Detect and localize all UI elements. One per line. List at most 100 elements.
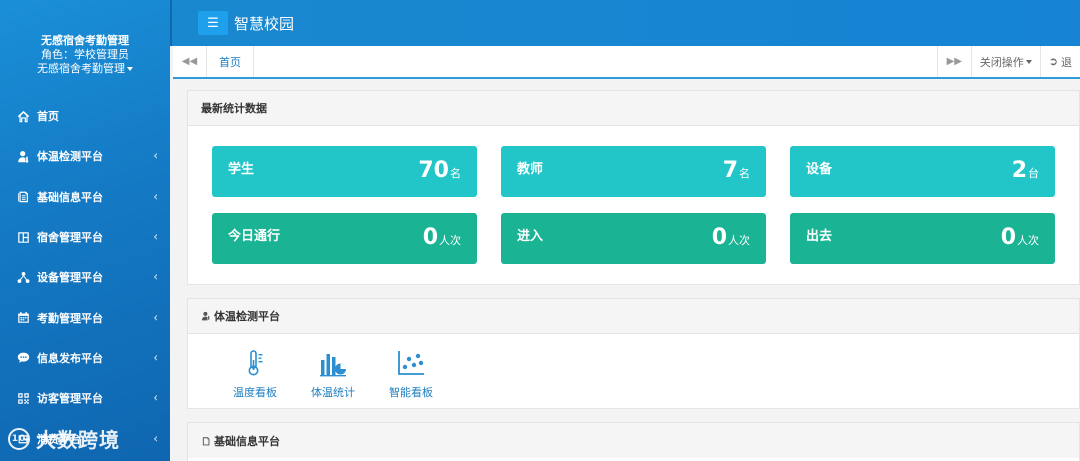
sidebar-item-home[interactable]: 首页 <box>0 96 170 136</box>
chevron-left-icon: ‹ <box>153 390 158 405</box>
sidebar-item-dorm[interactable]: 宿舍管理平台 ‹ <box>0 217 170 257</box>
temperature-panel-header: 体温检测平台 <box>188 299 1079 334</box>
profile-dept-label: 无感宿舍考勤管理 <box>37 62 125 75</box>
document-icon <box>202 436 210 445</box>
stat-number: 2 <box>1011 158 1027 183</box>
close-operations-dropdown[interactable]: 关闭操作 <box>970 46 1040 77</box>
stat-value: 7名 <box>723 160 750 185</box>
thermometer-icon <box>248 350 263 376</box>
chevron-left-icon: ‹ <box>153 350 158 365</box>
watermark-logo: 10 <box>8 427 30 450</box>
logout-button[interactable]: ➲ 退 <box>1039 46 1080 77</box>
tool-label: 温度看板 <box>233 386 277 399</box>
tab-home[interactable]: 首页 <box>207 46 254 77</box>
watermark: 10 大数跨境 <box>8 424 120 453</box>
sidebar-item-temperature[interactable]: 体温检测平台 ‹ <box>0 136 170 176</box>
double-left-icon: ◀◀ <box>181 56 198 67</box>
tabs-prev-button[interactable]: ◀◀ <box>173 46 207 77</box>
menu-toggle-button[interactable]: ☰ <box>198 11 228 35</box>
stat-label: 今日通行 <box>228 229 281 244</box>
basic-info-panel: 基础信息平台 <box>187 422 1080 461</box>
stat-unit: 名 <box>450 167 461 180</box>
chevron-left-icon: ‹ <box>153 309 158 324</box>
sidebar-item-label: 信息发布平台 <box>37 351 103 365</box>
tabs-spacer <box>254 46 937 77</box>
sidebar-item-publish[interactable]: 信息发布平台 ‹ <box>0 338 170 378</box>
sidebar-nav: 首页 体温检测平台 ‹ 基础信息平台 ‹ 宿舍管理平台 ‹ 设备管理平台 ‹ 考… <box>0 96 170 459</box>
stat-label: 学生 <box>228 162 255 177</box>
sidebar-item-label: 访客管理平台 <box>37 392 103 406</box>
app-title: 智慧校园 <box>234 14 295 33</box>
sidebar-item-device[interactable]: 设备管理平台 ‹ <box>0 257 170 297</box>
tabs-bar: ◀◀ 首页 ▶▶ 关闭操作 ➲ 退 <box>173 46 1080 79</box>
temperature-panel-title: 体温检测平台 <box>214 310 280 323</box>
main-content: 最新统计数据 学生 70名 教师 7名 设备 2台 今日通行 0人次 进入 0人… <box>187 90 1080 461</box>
sidebar-item-label: 基础信息平台 <box>37 190 103 204</box>
stat-number: 70 <box>418 158 449 183</box>
chevron-left-icon: ‹ <box>153 189 158 204</box>
double-right-icon: ▶▶ <box>946 56 962 67</box>
stat-card-enter[interactable]: 进入 0人次 <box>501 213 766 264</box>
chat-icon <box>16 351 30 365</box>
temperature-panel: 体温检测平台 温度看板 体温统计 智能看板 <box>187 298 1080 409</box>
stat-card-exit[interactable]: 出去 0人次 <box>790 213 1055 264</box>
stat-unit: 人次 <box>728 234 750 247</box>
calendar-icon <box>16 311 30 325</box>
sidebar-item-label: 设备管理平台 <box>37 271 103 285</box>
stat-card-today-passage[interactable]: 今日通行 0人次 <box>212 213 477 264</box>
profile-role: 角色：学校管理员 <box>41 48 129 61</box>
stat-value: 2台 <box>1012 160 1039 185</box>
caret-down-icon <box>1025 59 1032 64</box>
stats-panel: 最新统计数据 学生 70名 教师 7名 设备 2台 今日通行 0人次 进入 0人… <box>187 90 1080 285</box>
bar-chart-icon <box>320 354 346 377</box>
stat-value: 0人次 <box>1001 227 1039 252</box>
stats-panel-title: 最新统计数据 <box>188 91 1079 126</box>
stat-unit: 台 <box>1028 167 1039 180</box>
stat-number: 7 <box>722 158 738 183</box>
stat-card-students[interactable]: 学生 70名 <box>212 146 477 197</box>
basic-info-panel-title: 基础信息平台 <box>214 434 280 448</box>
stat-label: 进入 <box>517 229 544 244</box>
basic-info-panel-header: 基础信息平台 <box>188 423 1079 458</box>
close-operations-label: 关闭操作 <box>979 55 1024 69</box>
stats-grid: 学生 70名 教师 7名 设备 2台 今日通行 0人次 进入 0人次 出去 0人… <box>212 146 1055 264</box>
stat-label: 设备 <box>806 162 833 177</box>
stat-number: 0 <box>711 225 727 250</box>
chevron-left-icon: ‹ <box>153 229 158 244</box>
sidebar-item-visitor[interactable]: 访客管理平台 ‹ <box>0 378 170 418</box>
temperature-tools: 温度看板 体温统计 智能看板 <box>188 334 1079 400</box>
stat-number: 0 <box>1000 225 1016 250</box>
stat-label: 教师 <box>517 162 544 177</box>
chevron-left-icon: ‹ <box>153 269 158 284</box>
temperature-board-link[interactable]: 温度看板 <box>216 348 294 400</box>
stat-value: 70名 <box>418 160 461 185</box>
sidebar-item-basic-info[interactable]: 基础信息平台 ‹ <box>0 177 170 217</box>
profile-dept-dropdown[interactable]: 无感宿舍考勤管理 <box>0 62 170 76</box>
stat-label: 出去 <box>806 229 833 244</box>
chevron-left-icon: ‹ <box>153 430 158 445</box>
sidebar-item-label: 宿舍管理平台 <box>37 231 103 245</box>
user-temperature-icon <box>16 149 30 163</box>
stat-unit: 名 <box>739 167 750 180</box>
stats-body: 学生 70名 教师 7名 设备 2台 今日通行 0人次 进入 0人次 出去 0人… <box>188 126 1079 284</box>
network-icon <box>16 270 30 284</box>
scatter-chart-icon <box>398 351 424 375</box>
stat-card-devices[interactable]: 设备 2台 <box>790 146 1055 197</box>
qrcode-icon <box>16 391 30 405</box>
watermark-text: 大数跨境 <box>36 428 120 452</box>
home-icon <box>16 109 30 123</box>
stat-number: 0 <box>422 225 438 250</box>
tabs-next-button[interactable]: ▶▶ <box>936 46 971 77</box>
chevron-left-icon: ‹ <box>153 148 158 163</box>
stat-unit: 人次 <box>1017 234 1039 247</box>
temperature-stats-link[interactable]: 体温统计 <box>294 348 372 400</box>
sidebar-item-label: 首页 <box>37 110 59 124</box>
tool-label: 体温统计 <box>311 386 355 399</box>
hamburger-icon: ☰ <box>207 15 219 31</box>
smart-board-link[interactable]: 智能看板 <box>372 348 450 400</box>
sidebar-item-attendance[interactable]: 考勤管理平台 ‹ <box>0 297 170 337</box>
sidebar-item-label: 体温检测平台 <box>37 150 103 164</box>
stat-value: 0人次 <box>712 227 750 252</box>
stat-card-teachers[interactable]: 教师 7名 <box>501 146 766 197</box>
top-header: ☰ 智慧校园 <box>170 0 1080 46</box>
